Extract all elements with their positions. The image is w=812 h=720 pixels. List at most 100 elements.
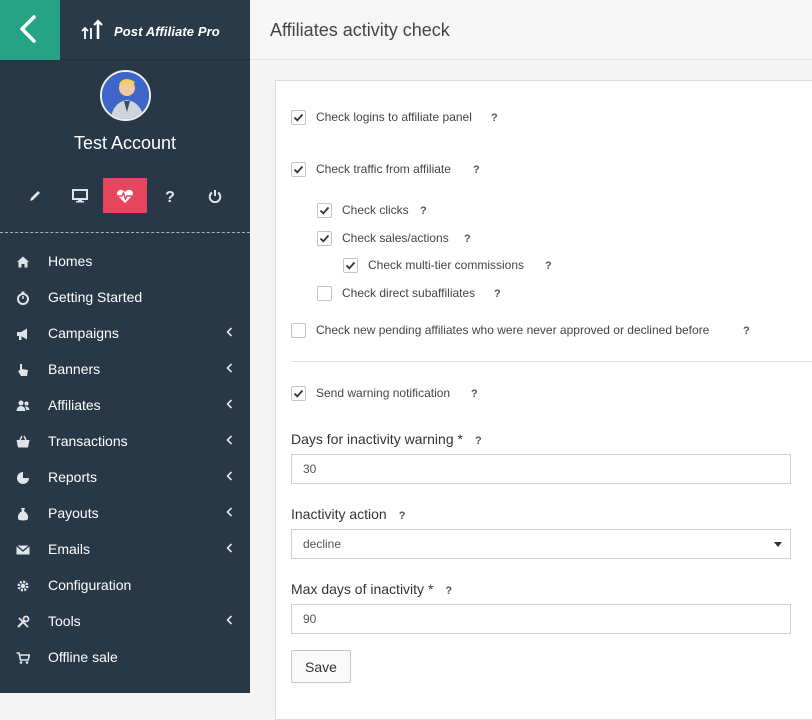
basket-icon bbox=[16, 435, 30, 448]
sidebar-item-label: Getting Started bbox=[48, 289, 143, 305]
megaphone-icon bbox=[17, 328, 27, 340]
send-warning-label: Send warning notification bbox=[316, 386, 451, 400]
check-multitier-checkbox[interactable] bbox=[343, 258, 358, 273]
back-button[interactable] bbox=[0, 0, 60, 60]
sidebar-item-label: Transactions bbox=[48, 433, 128, 449]
caret-down-icon bbox=[774, 542, 782, 547]
sidebar-item-reports[interactable]: Reports bbox=[0, 459, 250, 495]
cart-icon bbox=[16, 652, 30, 664]
sidebar-item-label: Campaigns bbox=[48, 325, 119, 341]
logout-button[interactable] bbox=[193, 178, 237, 213]
envelope-icon bbox=[16, 545, 30, 555]
sidebar-item-label: Payouts bbox=[48, 505, 99, 521]
svg-text:?: ? bbox=[165, 189, 175, 204]
sidebar-item-label: Emails bbox=[48, 541, 91, 557]
sidebar-item-getting-started[interactable]: Getting Started bbox=[0, 279, 250, 315]
logo[interactable]: Post Affiliate Pro bbox=[60, 0, 250, 60]
max-days-label: Max days of inactivity *? bbox=[291, 581, 453, 597]
sidebar: Post Affiliate Pro Test Account ? Homes … bbox=[0, 0, 250, 693]
sidebar-item-label: Banners bbox=[48, 361, 101, 377]
chevron-left-icon bbox=[226, 327, 233, 337]
monitor-button[interactable] bbox=[58, 178, 102, 213]
chevron-left-icon bbox=[226, 435, 233, 445]
sidebar-nav: Homes Getting Started Campaigns Banners Affi… bbox=[0, 243, 250, 675]
power-icon bbox=[208, 189, 222, 203]
send-warning-checkbox[interactable] bbox=[291, 386, 306, 401]
sidebar-item-tools[interactable]: Tools bbox=[0, 603, 250, 639]
sidebar-item-payouts[interactable]: Payouts bbox=[0, 495, 250, 531]
pointer-hand-icon bbox=[18, 364, 28, 376]
account-name: Test Account bbox=[73, 133, 177, 153]
check-subaffiliates-checkbox[interactable] bbox=[317, 286, 332, 301]
check-clicks-label: Check clicks bbox=[342, 203, 409, 217]
help-icon[interactable]: ? bbox=[445, 585, 452, 597]
checkmark-icon bbox=[293, 113, 304, 122]
chevron-left-icon bbox=[226, 399, 233, 409]
check-logins-checkbox[interactable] bbox=[291, 110, 306, 125]
sidebar-item-homes[interactable]: Homes bbox=[0, 243, 250, 279]
help-icon[interactable]: ? bbox=[475, 435, 482, 447]
inactivity-action-value: decline bbox=[303, 537, 342, 551]
help-icon[interactable]: ? bbox=[743, 325, 750, 337]
check-sales-checkbox[interactable] bbox=[317, 231, 332, 246]
help-icon[interactable]: ? bbox=[545, 260, 552, 272]
sidebar-item-label: Affiliates bbox=[48, 397, 101, 413]
help-icon[interactable]: ? bbox=[494, 288, 501, 300]
sidebar-item-transactions[interactable]: Transactions bbox=[0, 423, 250, 459]
stopwatch-icon bbox=[17, 291, 29, 305]
gear-icon bbox=[17, 580, 29, 592]
check-traffic-label: Check traffic from affiliate bbox=[316, 162, 451, 176]
edit-icon bbox=[30, 190, 40, 201]
chevron-left-icon bbox=[226, 471, 233, 481]
check-traffic-checkbox[interactable] bbox=[291, 162, 306, 177]
heartbeat-icon bbox=[117, 189, 133, 203]
chevron-left-icon bbox=[226, 615, 233, 625]
help-icon[interactable]: ? bbox=[464, 233, 471, 245]
check-pending-checkbox[interactable] bbox=[291, 323, 306, 338]
days-warning-label: Days for inactivity warning *? bbox=[291, 431, 482, 447]
check-multitier-label: Check multi-tier commissions bbox=[368, 258, 525, 272]
help-icon[interactable]: ? bbox=[420, 205, 427, 217]
sidebar-item-label: Offline sale bbox=[48, 649, 118, 665]
edit-button[interactable] bbox=[13, 178, 57, 213]
avatar[interactable] bbox=[100, 70, 151, 121]
sidebar-item-banners[interactable]: Banners bbox=[0, 351, 250, 387]
help-icon[interactable]: ? bbox=[399, 510, 406, 522]
save-button[interactable]: Save bbox=[291, 650, 351, 683]
checkmark-icon bbox=[319, 206, 330, 215]
inactivity-action-select[interactable]: decline bbox=[291, 529, 791, 559]
sidebar-divider bbox=[0, 232, 250, 233]
help-icon[interactable]: ? bbox=[491, 112, 498, 124]
chevron-left-icon bbox=[226, 507, 233, 517]
sidebar-item-affiliates[interactable]: Affiliates bbox=[0, 387, 250, 423]
help-icon[interactable]: ? bbox=[473, 164, 480, 176]
sidebar-item-label: Configuration bbox=[48, 577, 132, 593]
help-button[interactable]: ? bbox=[148, 178, 192, 213]
check-logins-label: Check logins to affiliate panel bbox=[316, 110, 472, 124]
page-title: Affiliates activity check bbox=[270, 20, 450, 40]
activity-check-button[interactable] bbox=[103, 178, 147, 213]
max-days-value: 90 bbox=[303, 612, 317, 626]
sidebar-item-offline-sale[interactable]: Offline sale bbox=[0, 639, 250, 675]
check-clicks-checkbox[interactable] bbox=[317, 203, 332, 218]
section-divider bbox=[291, 361, 812, 362]
monitor-icon bbox=[72, 188, 88, 202]
checkmark-icon bbox=[345, 261, 356, 270]
app-name: Post Affiliate Pro bbox=[114, 24, 220, 39]
help-icon[interactable]: ? bbox=[471, 388, 478, 400]
check-subaffiliates-label: Check direct subaffiliates bbox=[342, 286, 476, 300]
chevron-left-icon bbox=[226, 543, 233, 553]
sidebar-item-label: Tools bbox=[48, 613, 81, 629]
sidebar-item-emails[interactable]: Emails bbox=[0, 531, 250, 567]
avatar-image bbox=[102, 72, 149, 119]
activity-check-form: Check logins to affiliate panel ? Check … bbox=[275, 80, 812, 720]
check-pending-label: Check new pending affiliates who were ne… bbox=[316, 323, 710, 337]
checkmark-icon bbox=[293, 165, 304, 174]
checkmark-icon bbox=[293, 389, 304, 398]
sidebar-item-configuration[interactable]: Configuration bbox=[0, 567, 250, 603]
sidebar-item-label: Reports bbox=[48, 469, 98, 485]
sidebar-item-campaigns[interactable]: Campaigns bbox=[0, 315, 250, 351]
days-warning-input[interactable]: 30 bbox=[291, 454, 791, 484]
max-days-input[interactable]: 90 bbox=[291, 604, 791, 634]
page-header: Affiliates activity check bbox=[250, 0, 812, 60]
